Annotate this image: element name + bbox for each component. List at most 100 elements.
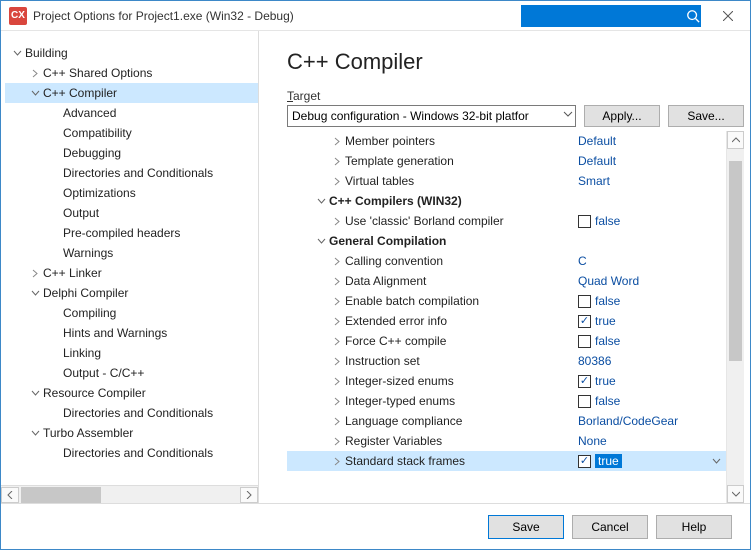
sidebar-item[interactable]: Pre-compiled headers bbox=[5, 223, 258, 243]
option-row[interactable]: Member pointersDefault bbox=[287, 131, 726, 151]
search-icon[interactable] bbox=[685, 5, 700, 27]
search-input[interactable] bbox=[522, 9, 685, 23]
option-value[interactable]: true bbox=[578, 454, 726, 468]
option-group[interactable]: C++ Compilers (WIN32) bbox=[287, 191, 726, 211]
option-row[interactable]: Register VariablesNone bbox=[287, 431, 726, 451]
option-value[interactable]: Default bbox=[578, 134, 726, 148]
sidebar-item[interactable]: Directories and Conditionals bbox=[5, 443, 258, 463]
close-button[interactable] bbox=[705, 1, 750, 31]
sidebar-item[interactable]: C++ Shared Options bbox=[5, 63, 258, 83]
sidebar-item[interactable]: Turbo Assembler bbox=[5, 423, 258, 443]
sidebar-item[interactable]: Output - C/C++ bbox=[5, 363, 258, 383]
scroll-right-icon[interactable] bbox=[240, 487, 258, 503]
chevron-right-icon[interactable] bbox=[331, 257, 343, 266]
option-value[interactable]: false bbox=[578, 214, 726, 228]
checkbox[interactable] bbox=[578, 335, 591, 348]
option-value[interactable]: Quad Word bbox=[578, 274, 726, 288]
checkbox[interactable] bbox=[578, 295, 591, 308]
sidebar-hscroll[interactable] bbox=[1, 485, 258, 503]
sidebar-item[interactable]: Hints and Warnings bbox=[5, 323, 258, 343]
scroll-left-icon[interactable] bbox=[1, 487, 19, 503]
option-value[interactable]: None bbox=[578, 434, 726, 448]
option-row[interactable]: Integer-sized enumstrue bbox=[287, 371, 726, 391]
option-value[interactable]: Default bbox=[578, 154, 726, 168]
sidebar-item[interactable]: Building bbox=[5, 43, 258, 63]
option-value[interactable]: Borland/CodeGear bbox=[578, 414, 726, 428]
option-value[interactable]: Smart bbox=[578, 174, 726, 188]
sidebar-item[interactable]: Resource Compiler bbox=[5, 383, 258, 403]
titlebar[interactable]: CX Project Options for Project1.exe (Win… bbox=[1, 1, 750, 31]
scroll-down-icon[interactable] bbox=[727, 485, 744, 503]
checkbox[interactable] bbox=[578, 375, 591, 388]
option-row[interactable]: Instruction set80386 bbox=[287, 351, 726, 371]
option-row[interactable]: Force C++ compilefalse bbox=[287, 331, 726, 351]
options-tree[interactable]: Member pointersDefaultTemplate generatio… bbox=[287, 131, 726, 503]
option-row[interactable]: Integer-typed enumsfalse bbox=[287, 391, 726, 411]
chevron-right-icon[interactable] bbox=[331, 137, 343, 146]
option-row[interactable]: Language complianceBorland/CodeGear bbox=[287, 411, 726, 431]
option-value[interactable]: false bbox=[578, 334, 726, 348]
option-row[interactable]: Standard stack framestrue bbox=[287, 451, 726, 471]
sidebar-item[interactable]: Compatibility bbox=[5, 123, 258, 143]
checkbox[interactable] bbox=[578, 455, 591, 468]
chevron-down-icon[interactable] bbox=[29, 387, 41, 399]
chevron-right-icon[interactable] bbox=[331, 177, 343, 186]
option-value[interactable]: false bbox=[578, 394, 726, 408]
chevron-right-icon[interactable] bbox=[331, 437, 343, 446]
option-row[interactable]: Data AlignmentQuad Word bbox=[287, 271, 726, 291]
option-value[interactable]: true bbox=[578, 374, 726, 388]
chevron-down-icon[interactable] bbox=[315, 237, 327, 246]
option-group[interactable]: General Compilation bbox=[287, 231, 726, 251]
chevron-right-icon[interactable] bbox=[331, 457, 343, 466]
option-row[interactable]: Extended error infotrue bbox=[287, 311, 726, 331]
scroll-thumb[interactable] bbox=[729, 161, 742, 361]
titlebar-search[interactable] bbox=[521, 5, 701, 27]
option-row[interactable]: Enable batch compilationfalse bbox=[287, 291, 726, 311]
checkbox[interactable] bbox=[578, 395, 591, 408]
help-button[interactable]: Help bbox=[656, 515, 732, 539]
option-row[interactable]: Virtual tablesSmart bbox=[287, 171, 726, 191]
cancel-button[interactable]: Cancel bbox=[572, 515, 648, 539]
scroll-thumb[interactable] bbox=[21, 487, 101, 503]
sidebar-item[interactable]: Advanced bbox=[5, 103, 258, 123]
option-value[interactable]: C bbox=[578, 254, 726, 268]
sidebar-item[interactable]: Directories and Conditionals bbox=[5, 163, 258, 183]
sidebar-item[interactable]: Linking bbox=[5, 343, 258, 363]
chevron-down-icon[interactable] bbox=[29, 287, 41, 299]
save-options-button[interactable]: Save... bbox=[668, 105, 744, 127]
option-value[interactable]: 80386 bbox=[578, 354, 726, 368]
save-button[interactable]: Save bbox=[488, 515, 564, 539]
sidebar-item[interactable]: C++ Compiler bbox=[5, 83, 258, 103]
chevron-down-icon[interactable] bbox=[29, 427, 41, 439]
apply-button[interactable]: Apply... bbox=[584, 105, 660, 127]
chevron-down-icon[interactable] bbox=[315, 197, 327, 206]
option-value[interactable]: false bbox=[578, 294, 726, 308]
category-tree[interactable]: BuildingC++ Shared OptionsC++ CompilerAd… bbox=[1, 43, 258, 485]
chevron-right-icon[interactable] bbox=[29, 67, 41, 79]
chevron-right-icon[interactable] bbox=[331, 277, 343, 286]
chevron-right-icon[interactable] bbox=[331, 217, 343, 226]
sidebar-item[interactable]: Delphi Compiler bbox=[5, 283, 258, 303]
sidebar-item[interactable]: Compiling bbox=[5, 303, 258, 323]
sidebar-item[interactable]: Warnings bbox=[5, 243, 258, 263]
chevron-right-icon[interactable] bbox=[331, 337, 343, 346]
options-vscroll[interactable] bbox=[726, 131, 744, 503]
checkbox[interactable] bbox=[578, 315, 591, 328]
chevron-down-icon[interactable] bbox=[29, 87, 41, 99]
chevron-right-icon[interactable] bbox=[331, 297, 343, 306]
chevron-right-icon[interactable] bbox=[331, 377, 343, 386]
sidebar-item[interactable]: Directories and Conditionals bbox=[5, 403, 258, 423]
chevron-down-icon[interactable] bbox=[712, 457, 726, 466]
chevron-right-icon[interactable] bbox=[331, 317, 343, 326]
chevron-right-icon[interactable] bbox=[331, 157, 343, 166]
sidebar-item[interactable]: Debugging bbox=[5, 143, 258, 163]
sidebar-item[interactable]: Optimizations bbox=[5, 183, 258, 203]
chevron-down-icon[interactable] bbox=[11, 47, 23, 59]
chevron-right-icon[interactable] bbox=[331, 357, 343, 366]
option-row[interactable]: Template generationDefault bbox=[287, 151, 726, 171]
chevron-right-icon[interactable] bbox=[331, 397, 343, 406]
chevron-right-icon[interactable] bbox=[331, 417, 343, 426]
chevron-right-icon[interactable] bbox=[29, 267, 41, 279]
target-select[interactable]: Debug configuration - Windows 32-bit pla… bbox=[287, 105, 576, 127]
option-row[interactable]: Use 'classic' Borland compilerfalse bbox=[287, 211, 726, 231]
